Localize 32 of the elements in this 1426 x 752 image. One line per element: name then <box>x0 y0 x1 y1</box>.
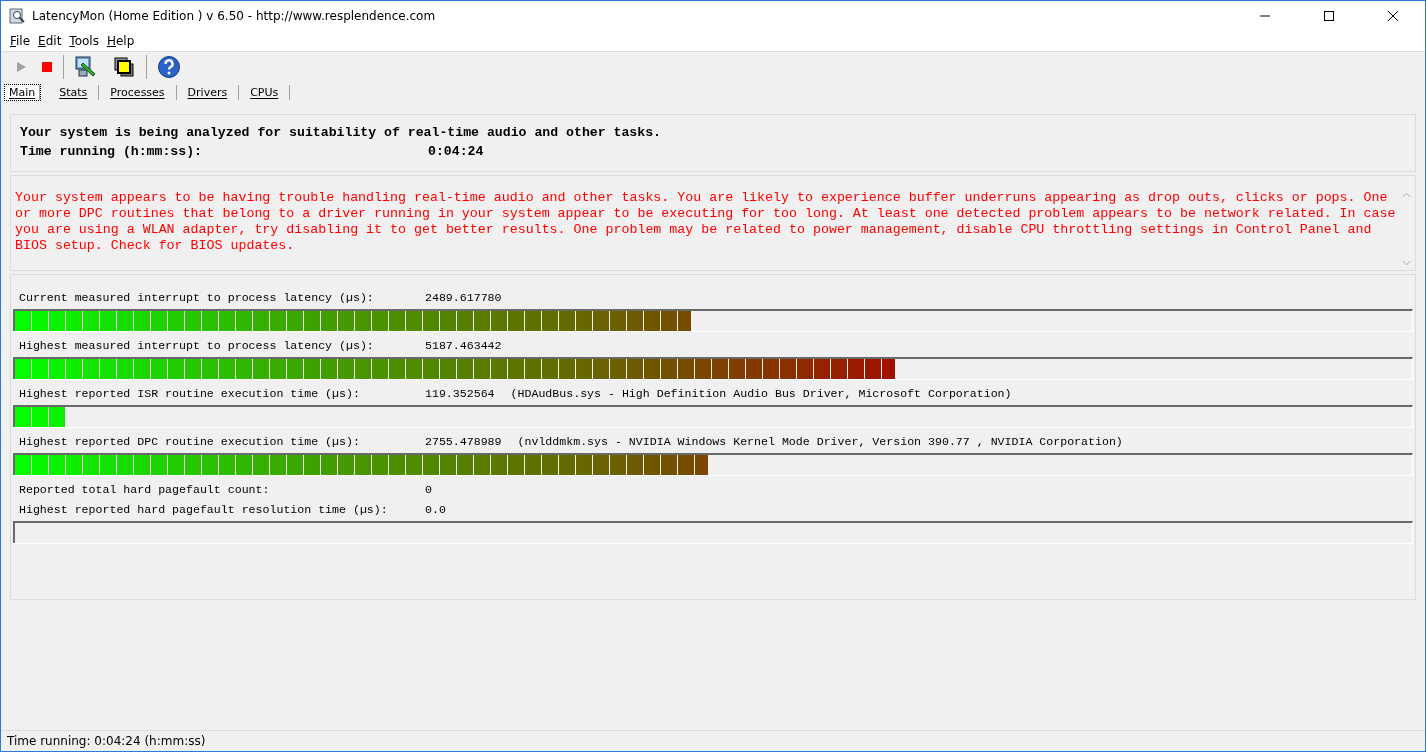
tab[interactable]: Drivers <box>176 84 240 100</box>
measurement-label: Highest reported hard pagefault resolution time (µs): <box>19 503 389 517</box>
measurement-value: 5187.463442 <box>425 339 502 353</box>
measurement-label: Highest reported ISR routine execution time (µs): <box>19 387 361 401</box>
app-icon <box>9 8 25 24</box>
tab[interactable]: CPUs <box>239 84 291 100</box>
tab[interactable]: Main <box>5 84 41 100</box>
menu-item[interactable]: Help <box>102 34 139 48</box>
play-icon <box>15 61 27 73</box>
window-title: LatencyMon (Home Edition ) v 6.50 - http://www.resplendence.com <box>32 9 437 23</box>
tab[interactable]: Stats <box>48 84 100 100</box>
measurement-label: Reported total hard pagefault count: <box>19 483 271 497</box>
menu-item[interactable]: File <box>6 34 35 48</box>
measurement-value: 2489.617780 <box>425 291 502 305</box>
status-message: Your system is being analyzed for suitability of real-time audio and other tasks. <box>20 125 663 140</box>
status-bar-text: Time running: 0:04:24 (h:mm:ss) <box>7 734 206 748</box>
measurement-label: Highest reported DPC routine execution time (µs): <box>19 435 361 449</box>
measurement-detail: (nvlddmkm.sys - NVIDIA Windows Kernel Mode Driver, Version 390.77 , NVIDIA Corporation) <box>517 435 1123 449</box>
measurement-detail: (HDAudBus.sys - High Definition Audio Bus Driver, Microsoft Corporation) <box>510 387 1012 401</box>
menu-item[interactable]: Tools <box>65 34 103 48</box>
time-value: 0:04:24 <box>428 144 484 159</box>
measurement-value: 2755.478989 <box>425 435 502 449</box>
stop-icon <box>41 61 53 73</box>
measurement-value: 119.352564 <box>425 387 495 401</box>
menu-item[interactable]: Edit <box>34 34 66 48</box>
conclusion-text: Your system appears to be having trouble handling real-time audio and other tasks. You are likely to experience buffer underruns appearing as drop outs, clicks or pops. One or more DPC routines that belong to a driver running in your system appear to be executing for too long. At least one detected problem appears to be network related. In case you are using a WLAN adapter, try disabling it to get better results. One problem may be related to power management, disable CPU throttling settings in Control Panel and BIOS setup. Check for BIOS updates. <box>15 190 1397 254</box>
measurement-label: Current measured interrupt to process latency (µs): <box>19 291 375 305</box>
tab[interactable]: Processes <box>99 84 177 100</box>
measurement-value: 0 <box>425 483 432 497</box>
measurement-value: 0.0 <box>425 503 446 517</box>
measurement-label: Highest measured interrupt to process latency (µs): <box>19 339 375 353</box>
time-label: Time running (h:mm:ss): <box>20 144 204 159</box>
